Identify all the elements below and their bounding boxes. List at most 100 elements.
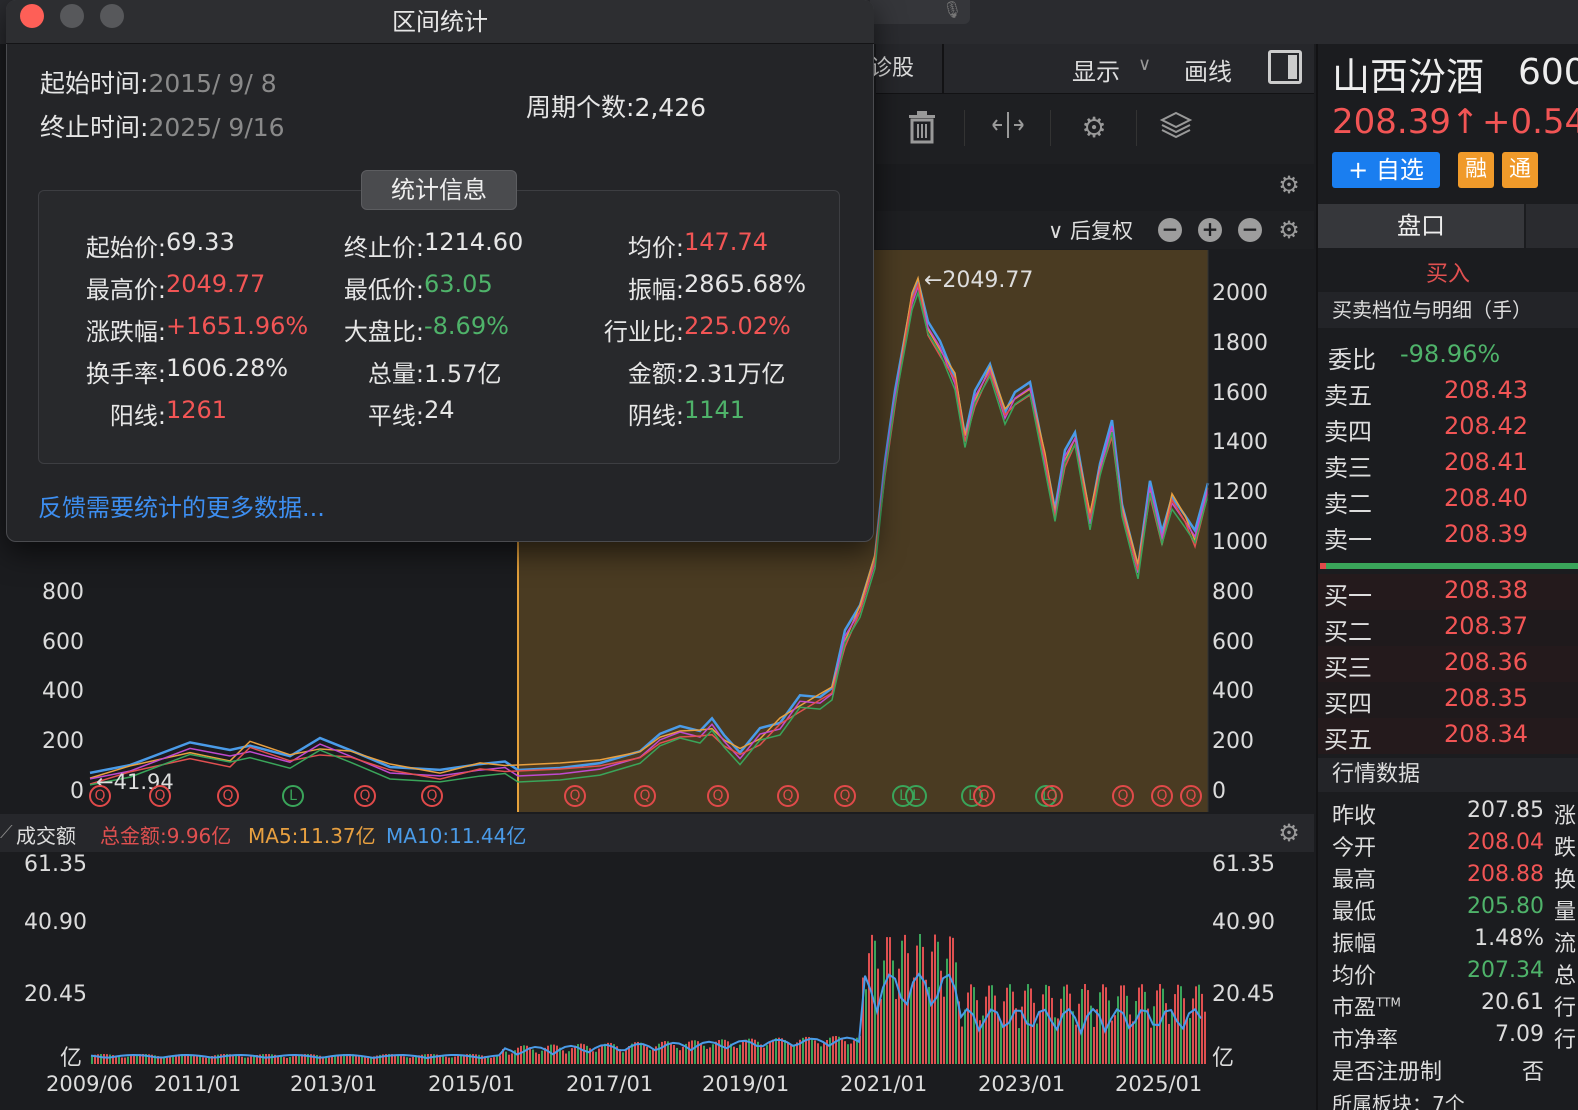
volume-bar: [808, 1037, 810, 1064]
end-time-value[interactable]: 2025/ 9/16: [148, 113, 284, 142]
volume-bar: [1138, 987, 1140, 1064]
volume-bar: [721, 1039, 723, 1064]
marker-q[interactable]: Q: [973, 785, 995, 807]
sector-info[interactable]: 所属板块：7个: [1332, 1088, 1465, 1110]
volume-bar: [811, 1038, 813, 1064]
sell-level-price[interactable]: 208.42: [1444, 412, 1528, 440]
volume-bar: [367, 1057, 369, 1064]
volume-bar: [1003, 1001, 1005, 1064]
buy-level-price[interactable]: 208.37: [1444, 612, 1528, 640]
collapse-icon[interactable]: ⟋: [0, 822, 13, 843]
microphone-icon[interactable]: 🎙: [942, 0, 962, 20]
volume-bar: [331, 1056, 333, 1064]
volume-ma10: MA10:11.44亿: [386, 824, 527, 848]
period-label: 周期个数:: [526, 93, 635, 122]
volume-bar: [619, 1049, 621, 1064]
add-watchlist-button[interactable]: + 自选: [1332, 152, 1440, 188]
stat-value: 1606.28%: [166, 354, 289, 382]
volume-bar: [532, 1049, 534, 1064]
stat-label: 均价:: [627, 234, 684, 262]
margin-tag[interactable]: 融: [1458, 152, 1494, 188]
volume-bar: [868, 953, 870, 1064]
buy-level-price[interactable]: 208.35: [1444, 684, 1528, 712]
volume-bar: [1111, 1020, 1113, 1064]
tab-next[interactable]: [1526, 204, 1578, 248]
sell-level-price[interactable]: 208.39: [1444, 520, 1528, 548]
stat-label: 涨跌幅:: [85, 318, 166, 346]
buy-level-price[interactable]: 208.34: [1444, 720, 1528, 748]
marker-q[interactable]: Q: [149, 785, 171, 807]
quote-label: 均价: [1332, 964, 1377, 989]
marker-q[interactable]: Q: [354, 785, 376, 807]
volume-bar: [448, 1057, 450, 1064]
volume-bar: [931, 951, 933, 1064]
stat-value: -8.69%: [424, 312, 509, 340]
buy-level-price[interactable]: 208.38: [1444, 576, 1528, 604]
connect-tag[interactable]: 通: [1502, 152, 1538, 188]
marker-q[interactable]: Q: [1180, 785, 1202, 807]
volume-bar: [643, 1044, 645, 1064]
start-time-row: 起始时间:2015/ 9/ 8: [40, 64, 277, 100]
marker-q[interactable]: Q: [777, 785, 799, 807]
quote-value: 207.34: [1467, 958, 1544, 983]
marker-q[interactable]: Q: [421, 785, 443, 807]
gear-icon[interactable]: ⚙: [1276, 820, 1302, 846]
volume-bar: [817, 1043, 819, 1064]
volume-bar: [475, 1054, 477, 1064]
quote-label-cut: 行: [1554, 1028, 1577, 1053]
volume-chart[interactable]: [0, 852, 1314, 1072]
volume-bar: [505, 1051, 507, 1064]
start-time-value[interactable]: 2015/ 9/ 8: [148, 69, 276, 98]
volume-bar: [124, 1057, 126, 1064]
feedback-link[interactable]: 反馈需要统计的更多数据...: [38, 488, 325, 523]
buy-button[interactable]: 买入: [1318, 256, 1578, 288]
stat-label: 换手率:: [85, 360, 166, 388]
volume-bar: [766, 1045, 768, 1064]
volume-bar: [562, 1050, 564, 1064]
x-tick: 2013/01: [290, 1072, 378, 1096]
volume-bar: [781, 1038, 783, 1064]
quote-label: 昨收: [1332, 804, 1377, 829]
buy-level-price[interactable]: 208.36: [1444, 648, 1528, 676]
volume-bar: [1192, 998, 1194, 1064]
tab-stats-info[interactable]: 统计信息: [361, 170, 517, 210]
stat-label: 起始价:: [85, 234, 166, 262]
volume-bar: [763, 1047, 765, 1064]
volume-bar: [976, 1000, 978, 1064]
marker-q[interactable]: Q: [1112, 785, 1134, 807]
volume-bar: [1171, 1011, 1173, 1064]
marker-l[interactable]: L: [905, 785, 927, 807]
marker-q[interactable]: Q: [217, 785, 239, 807]
volume-bar: [622, 1052, 624, 1064]
price-tick-left: 600: [42, 629, 84, 655]
volume-bar: [841, 1038, 843, 1064]
volume-bar: [406, 1057, 408, 1064]
volume-bar: [1114, 1015, 1116, 1064]
tab-pankou[interactable]: 盘口: [1318, 204, 1524, 248]
sell-level-price[interactable]: 208.41: [1444, 448, 1528, 476]
volume-bar: [778, 1037, 780, 1064]
volume-bar: [640, 1042, 642, 1064]
volume-bar: [565, 1053, 567, 1064]
marker-q[interactable]: Q: [1151, 785, 1173, 807]
peak-label: ←2049.77: [924, 268, 1034, 293]
marker-q[interactable]: Q: [89, 785, 111, 807]
sell-level-price[interactable]: 208.40: [1444, 484, 1528, 512]
marker-l[interactable]: L: [282, 785, 304, 807]
marker-q[interactable]: Q: [1041, 785, 1063, 807]
volume-bar: [1075, 1024, 1077, 1064]
volume-bar: [328, 1057, 330, 1064]
volume-bar: [658, 1043, 660, 1064]
marker-q[interactable]: Q: [634, 785, 656, 807]
volume-bar: [829, 1037, 831, 1064]
volume-bar: [217, 1054, 219, 1064]
volume-bar: [508, 1054, 510, 1064]
volume-bar: [1060, 998, 1062, 1064]
marker-q[interactable]: Q: [564, 785, 586, 807]
marker-q[interactable]: Q: [707, 785, 729, 807]
marker-q[interactable]: Q: [834, 785, 856, 807]
sell-level-price[interactable]: 208.43: [1444, 376, 1528, 404]
quote-label: 市盈TTM: [1332, 995, 1401, 1021]
period-count-row: 周期个数:2,426: [526, 88, 706, 124]
price-tick-left: 400: [42, 679, 84, 705]
